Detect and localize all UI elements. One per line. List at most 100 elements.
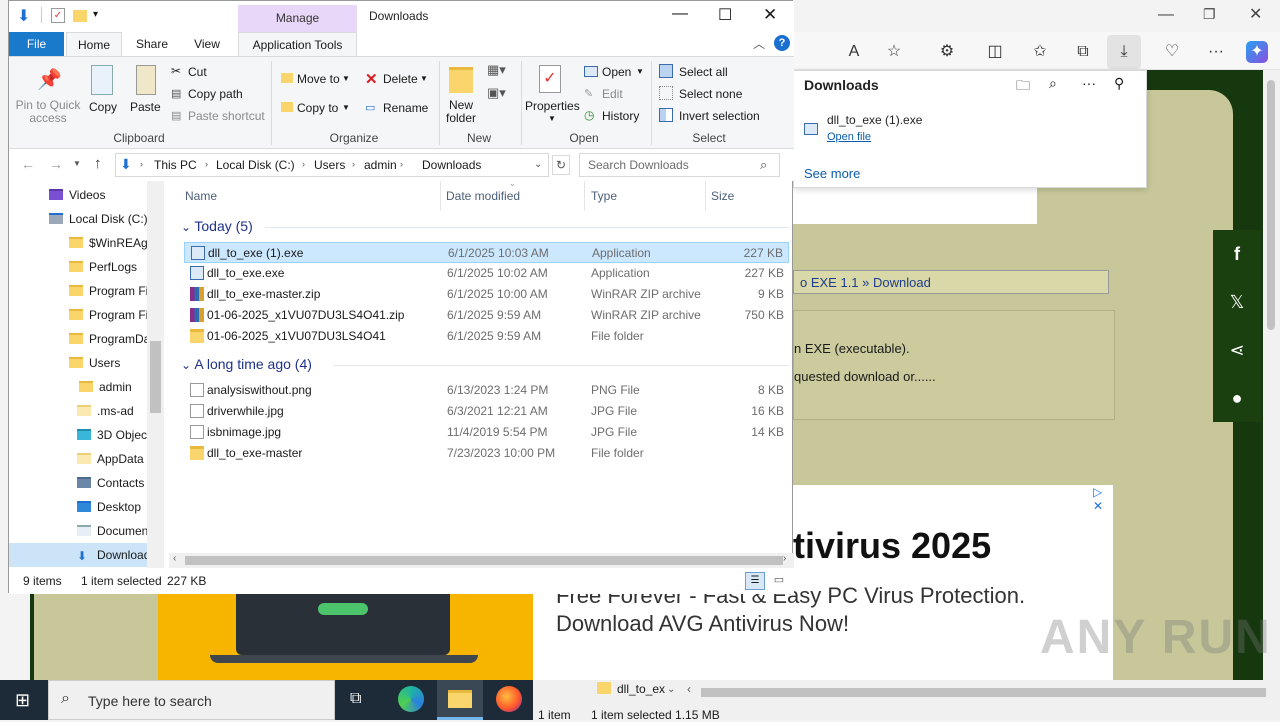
open-button[interactable]: Open	[602, 65, 631, 79]
search-icon[interactable]: ⌕	[1049, 75, 1057, 92]
tab-application-tools[interactable]: Application Tools	[238, 32, 357, 56]
col-size[interactable]: Size	[711, 189, 734, 203]
ad-line-2[interactable]: Download AVG Antivirus Now!	[556, 611, 849, 637]
nav-item-users[interactable]: Users	[69, 351, 147, 375]
cut-button[interactable]: Cut	[188, 65, 207, 79]
tab-view[interactable]: View	[183, 32, 231, 56]
task-view-icon[interactable]: ⧉	[350, 690, 361, 708]
forward-icon[interactable]: →	[49, 156, 63, 172]
group-header[interactable]: ⌄ Today (5)	[181, 218, 253, 234]
open-file-link[interactable]: Open file	[827, 131, 871, 143]
minimize-icon[interactable]: —	[672, 5, 688, 23]
open-folder-icon[interactable]: 🗀	[1016, 75, 1030, 99]
file-row[interactable]: dll_to_exe-master 7/23/2023 10:00 PM File …	[184, 443, 789, 464]
search-input[interactable]: Search Downloads	[588, 158, 689, 172]
ad-title[interactable]: tivirus 2025	[793, 525, 991, 567]
new-item-icon[interactable]: ▦▾	[487, 62, 506, 78]
up-icon[interactable]: ↑	[94, 155, 102, 172]
help-icon[interactable]: ?	[774, 35, 790, 51]
firefox-icon[interactable]	[496, 686, 522, 712]
nav-item-videos[interactable]: Videos	[49, 183, 147, 207]
horizontal-scrollbar[interactable]: ‹ ›	[169, 553, 794, 568]
nav-item-downloads[interactable]: ⬇ Downloads	[9, 543, 147, 567]
ad-close-icon[interactable]: ▷ ✕	[1093, 485, 1113, 513]
nav-item-ms-ad[interactable]: .ms-ad	[77, 399, 147, 423]
split-screen-icon[interactable]: ◫	[984, 41, 1006, 63]
tab-share[interactable]: Share	[127, 32, 177, 56]
col-name[interactable]: Name	[185, 189, 217, 203]
scroll-left-icon[interactable]: ‹	[687, 682, 691, 696]
collapse-ribbon-icon[interactable]: ︿	[753, 35, 765, 52]
x-twitter-icon[interactable]: 𝕏	[1213, 278, 1261, 326]
address-bar[interactable]: ⬇ › This PC › Local Disk (C:) › Users › …	[115, 153, 549, 177]
paste-shortcut-button[interactable]: Paste shortcut	[188, 109, 265, 123]
tab-file[interactable]: File	[9, 32, 64, 56]
address-dropdown-icon[interactable]: ⌄	[534, 159, 542, 170]
windows-start-icon[interactable]: ⊞	[15, 690, 30, 711]
favorite-star-icon[interactable]: ☆	[883, 41, 905, 63]
new-folder-button[interactable]: New folder	[439, 99, 483, 125]
scrollbar-thumb[interactable]	[1267, 80, 1275, 330]
taskbar-search[interactable]: ⌕ Type here to search	[48, 680, 335, 720]
select-all-button[interactable]: Select all	[679, 65, 728, 79]
file-row[interactable]: isbnimage.jpg 11/4/2019 5:54 PM JPG File 14…	[184, 422, 789, 443]
copy-button[interactable]: Copy	[89, 100, 117, 114]
qat-dropdown-icon[interactable]: ▾	[93, 9, 98, 20]
restore-icon[interactable]: ❐	[1203, 6, 1216, 23]
file-row[interactable]: analysiswithout.png 6/13/2023 1:24 PM PNG …	[184, 380, 789, 401]
back-icon[interactable]: ←	[21, 156, 35, 172]
details-view-icon[interactable]: ☰	[745, 572, 765, 590]
downloads-icon[interactable]: ⤓	[1107, 35, 1141, 69]
recent-locations-icon[interactable]: ▼	[73, 159, 81, 168]
more-options-icon[interactable]: ···	[1082, 75, 1096, 91]
breadcrumb-users[interactable]: Users	[314, 158, 345, 172]
edge-icon[interactable]	[398, 686, 424, 712]
col-date[interactable]: Date modified	[446, 189, 520, 203]
file-row[interactable]: 01-06-2025_x1VU07DU3LS4O41 6/1/2025 9:59 …	[184, 326, 789, 347]
large-icons-view-icon[interactable]: ▭	[769, 572, 789, 590]
pin-icon[interactable]: ⚲	[1114, 75, 1124, 92]
edit-button[interactable]: Edit	[602, 87, 623, 101]
ad-image[interactable]	[158, 593, 533, 680]
nav-item-perflogs[interactable]: PerfLogs	[69, 255, 147, 279]
performance-icon[interactable]: ♡	[1161, 41, 1183, 63]
more-menu-icon[interactable]: ···	[1205, 41, 1227, 63]
taskbar-search-input[interactable]: Type here to search	[88, 693, 212, 709]
browser-scrollbar[interactable]	[1263, 70, 1280, 680]
copilot-icon[interactable]: ✦	[1246, 41, 1268, 63]
copy-path-button[interactable]: Copy path	[188, 87, 243, 101]
nav-item-programdata[interactable]: ProgramData	[69, 327, 147, 351]
nav-item-program-files[interactable]: Program Files	[69, 303, 147, 327]
easy-access-icon[interactable]: ▣▾	[487, 85, 506, 101]
favorites-icon[interactable]: ✩	[1029, 41, 1051, 63]
copy-to-button[interactable]: Copy to	[297, 101, 338, 115]
properties-button[interactable]: Properties	[525, 99, 580, 113]
group-collapse-icon[interactable]: ⌄	[181, 358, 194, 372]
pin-quick-access-button[interactable]: Pin to Quick access	[15, 99, 81, 125]
explorer-taskbar-button[interactable]	[437, 680, 483, 720]
reddit-icon[interactable]: ●	[1213, 374, 1261, 422]
scroll-left-icon[interactable]: ‹	[173, 553, 176, 564]
new-folder-qat-icon[interactable]	[73, 10, 87, 22]
breadcrumb-this-pc[interactable]: This PC	[154, 158, 197, 172]
nav-item-program-files[interactable]: Program Files	[69, 279, 147, 303]
tab-home[interactable]: Home	[66, 32, 122, 56]
bg-explorer-tab[interactable]: dll_to_ex	[617, 682, 665, 696]
nav-scrollbar-thumb[interactable]	[150, 341, 161, 413]
facebook-icon[interactable]: f	[1213, 230, 1261, 278]
nav-item-documents[interactable]: Documents	[77, 519, 147, 543]
breadcrumb-downloads[interactable]: Downloads	[422, 158, 481, 172]
h-scrollbar-thumb[interactable]	[185, 556, 783, 565]
invert-selection-button[interactable]: Invert selection	[679, 109, 760, 123]
nav-item-local-disk-c[interactable]: Local Disk (C:)	[49, 207, 147, 231]
nav-item-admin[interactable]: admin	[79, 375, 147, 399]
file-row[interactable]: 01-06-2025_x1VU07DU3LS4O41.zip 6/1/2025 9…	[184, 305, 789, 326]
rename-button[interactable]: Rename	[383, 101, 428, 115]
delete-button[interactable]: Delete	[383, 72, 418, 86]
download-item-name[interactable]: dll_to_exe (1).exe	[827, 113, 922, 127]
file-row[interactable]: dll_to_exe-master.zip 6/1/2025 10:00 AM Wi…	[184, 284, 789, 305]
file-row[interactable]: dll_to_exe (1).exe 6/1/2025 10:03 AM Appli…	[184, 242, 789, 263]
nav-item-3d-objects[interactable]: 3D Objects	[77, 423, 147, 447]
bg-h-scrollbar[interactable]	[701, 688, 1266, 697]
close-icon[interactable]: ✕	[763, 5, 777, 25]
